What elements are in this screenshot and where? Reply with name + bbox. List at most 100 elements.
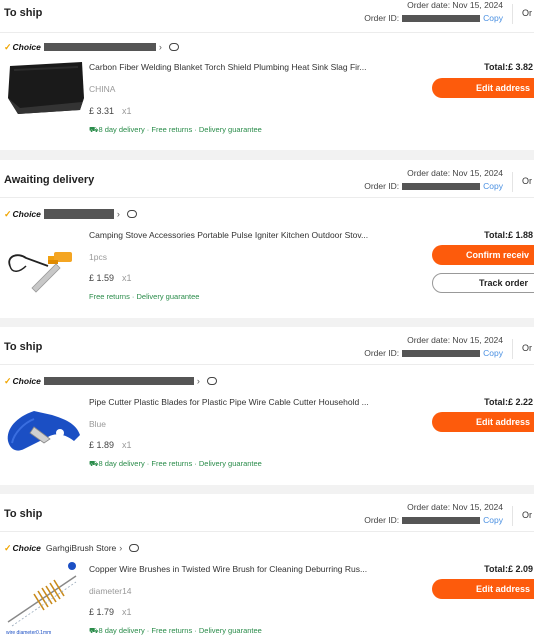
product-image[interactable] [4,393,84,473]
edit-address-button[interactable]: Edit address [432,78,534,98]
order-total: Total:£ 3.82 [484,62,533,72]
order-more-link[interactable]: Or [522,176,532,186]
product-price: £ 3.31 [89,106,115,116]
divider [512,506,513,526]
chat-icon[interactable] [168,43,179,51]
check-icon: ✓ [4,375,12,386]
order-date: Order date: Nov 15, 2024 [407,0,503,10]
chat-icon[interactable] [126,210,137,218]
product-price-row: £ 1.89 x1 [89,440,132,450]
order-id-label: Order ID: [364,181,400,191]
order-id-label: Order ID: [364,13,400,23]
order-more-link[interactable]: Or [522,8,532,18]
product-title[interactable]: Pipe Cutter Plastic Blades for Plastic P… [89,397,409,407]
chevron-right-icon: › [119,543,123,553]
order-status: Awaiting delivery [4,174,95,186]
order-header: To ship Order date: Nov 15, 2024 Order I… [0,0,534,33]
order-id-row: Order ID: Copy [364,181,503,191]
chat-icon[interactable] [206,377,217,385]
order-more-link[interactable]: Or [522,343,532,353]
order-total: Total:£ 1.88 [484,230,533,240]
store-name: GarhgiBrush Store [45,543,117,553]
order-header: To ship Order date: Nov 15, 2024 Order I… [0,327,534,365]
chat-icon[interactable] [129,544,140,552]
chevron-right-icon: › [196,376,200,386]
order-date: Order date: Nov 15, 2024 [407,502,503,512]
order-card: To ship Order date: Nov 15, 2024 Order I… [0,327,534,485]
delivery-info: ⛟8 day delivery · Free returns · Deliver… [89,125,262,134]
product-variant: 1pcs [89,252,107,262]
product-price-row: £ 3.31 x1 [89,106,132,116]
store-link[interactable]: ✓ Choice › [4,375,217,387]
delivery-info: ⛟8 day delivery · Free returns · Deliver… [89,459,262,468]
product-price: £ 1.79 [89,607,115,617]
copy-order-id-button[interactable]: Copy [483,181,503,191]
product-price: £ 1.59 [89,273,115,283]
product-image[interactable] [4,58,84,138]
thumb-caption: wire diameter0.1mm [6,630,52,636]
chevron-right-icon: › [116,209,120,219]
product-qty: x1 [122,106,132,116]
divider [512,339,513,359]
order-card: Awaiting delivery Order date: Nov 15, 20… [0,160,534,318]
copy-order-id-button[interactable]: Copy [483,348,503,358]
confirm-receipt-button[interactable]: Confirm receiv [432,245,534,265]
order-id-redacted [402,349,481,357]
order-id-label: Order ID: [364,348,400,358]
store-link[interactable]: ✓ Choice GarhgiBrush Store › [4,542,140,554]
product-price-row: £ 1.59 x1 [89,273,132,283]
delivery-info: ⛟8 day delivery · Free returns · Deliver… [89,626,262,635]
order-id-redacted [402,182,481,190]
copy-order-id-button[interactable]: Copy [483,515,503,525]
order-id-redacted [402,516,481,524]
product-title[interactable]: Carbon Fiber Welding Blanket Torch Shiel… [89,62,409,72]
store-name-redacted [43,209,114,219]
track-order-button[interactable]: Track order [432,273,534,293]
order-id-redacted [402,14,481,22]
choice-badge: ✓ Choice [4,208,41,220]
order-total: Total:£ 2.09 [484,564,533,574]
check-icon: ✓ [4,41,12,52]
order-status: To ship [4,341,43,353]
copy-order-id-button[interactable]: Copy [483,13,503,23]
store-name-redacted [43,43,156,51]
order-more-link[interactable]: Or [522,510,532,520]
choice-badge: ✓ Choice [4,375,41,387]
order-card: To ship Order date: Nov 15, 2024 Order I… [0,494,534,640]
choice-badge: ✓ Choice [4,41,41,53]
choice-badge: ✓ Choice [4,542,41,554]
edit-address-button[interactable]: Edit address [432,579,534,599]
order-date: Order date: Nov 15, 2024 [407,168,503,178]
divider [512,172,513,192]
product-qty: x1 [122,607,132,617]
order-status: To ship [4,508,43,520]
check-icon: ✓ [4,542,12,553]
product-price: £ 1.89 [89,440,115,450]
product-price-row: £ 1.79 x1 [89,607,132,617]
check-icon: ✓ [4,208,12,219]
chevron-right-icon: › [158,42,162,52]
product-qty: x1 [122,273,132,283]
order-header: To ship Order date: Nov 15, 2024 Order I… [0,494,534,532]
order-id-label: Order ID: [364,515,400,525]
product-title[interactable]: Copper Wire Brushes in Twisted Wire Brus… [89,564,409,574]
product-variant: CHINA [89,84,116,94]
store-link[interactable]: ✓ Choice › [4,208,137,220]
product-variant: Blue [89,419,107,429]
order-date: Order date: Nov 15, 2024 [407,335,503,345]
delivery-info: Free returns · Delivery guarantee [89,292,200,301]
order-id-row: Order ID: Copy [364,348,503,358]
product-title[interactable]: Camping Stove Accessories Portable Pulse… [89,230,409,240]
order-total: Total:£ 2.22 [484,397,533,407]
store-name-redacted [43,377,194,385]
product-image[interactable] [4,226,84,306]
product-variant: diameter14 [89,586,132,596]
order-card: To ship Order date: Nov 15, 2024 Order I… [0,0,534,150]
store-link[interactable]: ✓ Choice › [4,41,179,53]
order-id-row: Order ID: Copy [364,515,503,525]
order-id-row: Order ID: Copy [364,13,503,23]
product-image[interactable] [4,560,84,640]
edit-address-button[interactable]: Edit address [432,412,534,432]
order-status: To ship [4,7,43,19]
product-qty: x1 [122,440,132,450]
